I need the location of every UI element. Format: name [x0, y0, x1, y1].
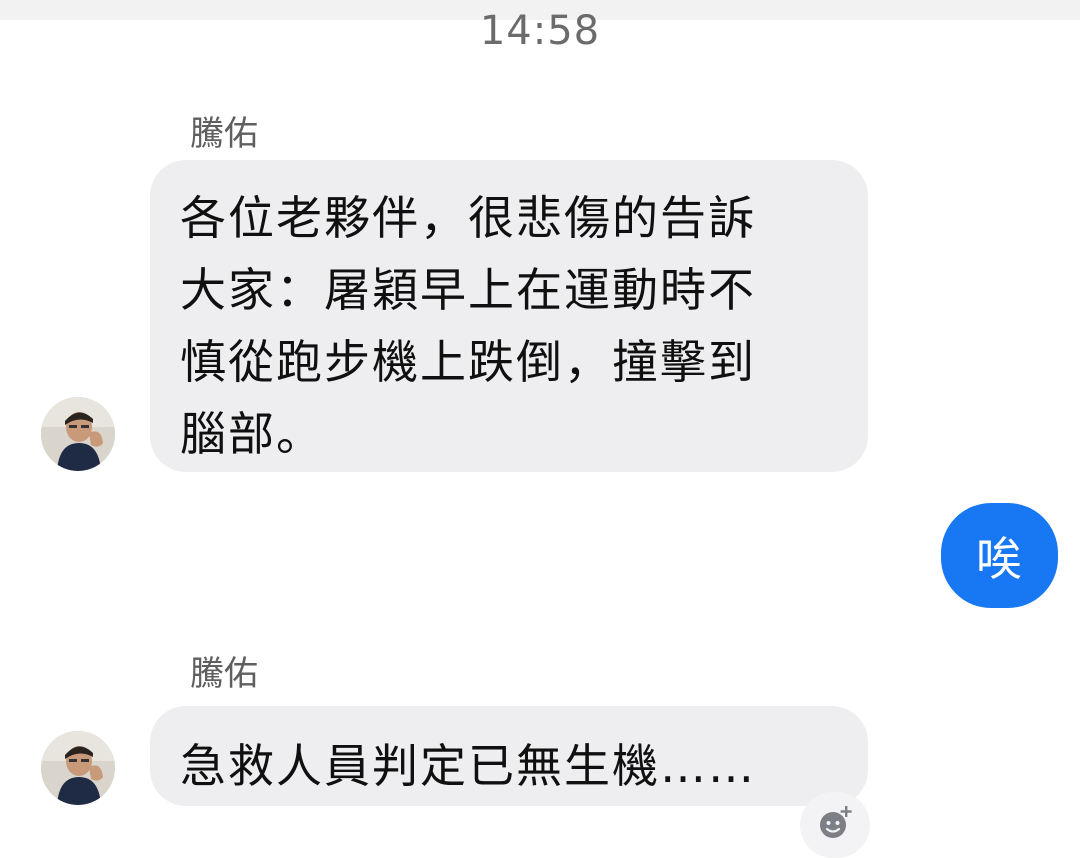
message-line: 慎從跑步機上跌倒，撞擊到: [180, 335, 756, 389]
avatar-image: [41, 397, 115, 471]
sender-avatar[interactable]: [41, 731, 115, 805]
message-timestamp: 14:58: [479, 8, 601, 54]
chat-screen: 14:58 騰佑 各位老夥伴，很悲傷的告訴 大家：屠穎早上在運動時不 慎從跑步機…: [0, 0, 1080, 858]
add-reaction-icon: [815, 803, 855, 847]
incoming-message-bubble[interactable]: 急救人員判定已無生機……: [150, 706, 868, 806]
message-line: 急救人員判定已無生機……: [180, 739, 756, 793]
avatar-image: [41, 731, 115, 805]
message-line: 腦部。: [180, 407, 324, 461]
add-reaction-button[interactable]: [800, 792, 870, 858]
outgoing-message-bubble[interactable]: 唉: [941, 503, 1058, 608]
message-line: 大家：屠穎早上在運動時不: [180, 263, 756, 317]
incoming-message-bubble[interactable]: 各位老夥伴，很悲傷的告訴 大家：屠穎早上在運動時不 慎從跑步機上跌倒，撞擊到 腦…: [150, 160, 868, 472]
sender-avatar[interactable]: [41, 397, 115, 471]
message-line: 各位老夥伴，很悲傷的告訴: [180, 191, 756, 245]
sender-name: 騰佑: [190, 114, 258, 154]
sender-name: 騰佑: [190, 654, 258, 694]
